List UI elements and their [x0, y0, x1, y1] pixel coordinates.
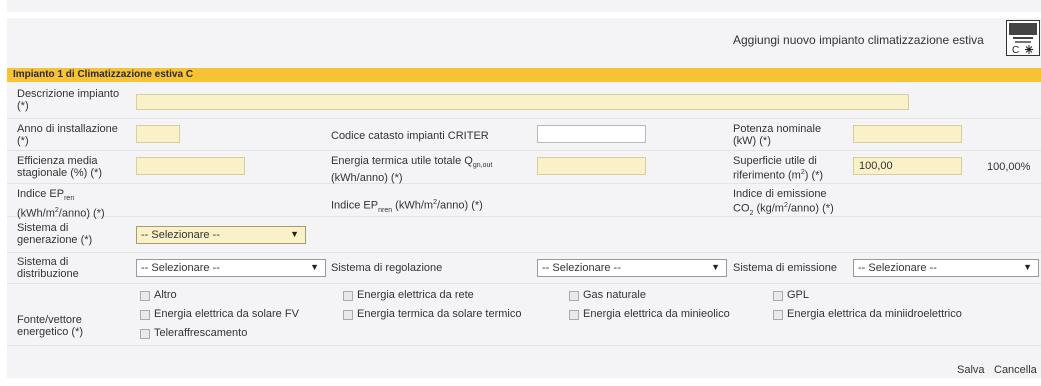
regolazione-select-value: -- Selezionare -- — [542, 262, 621, 274]
emissione-label: Sistema di emissione — [733, 262, 837, 274]
row-divider — [7, 118, 1041, 119]
generazione-select-value: -- Selezionare -- — [141, 229, 220, 241]
regolazione-label: Sistema di regolazione — [331, 262, 443, 274]
fonte-checkbox-gpl[interactable] — [773, 291, 783, 301]
superficie-input[interactable] — [853, 157, 962, 175]
add-new-system-link[interactable]: Aggiungi nuovo impianto climatizzazione … — [733, 33, 984, 47]
fonte-option-label: Energia elettrica da rete — [357, 289, 474, 301]
row-divider — [7, 345, 1041, 346]
codice-label: Codice catasto impianti CRITER — [331, 130, 489, 142]
fonte-option-label: Energia termica da solare termico — [357, 308, 522, 320]
row-divider — [7, 150, 1041, 151]
anno-input[interactable] — [136, 125, 180, 143]
fonte-option-label: Energia elettrica da solare FV — [154, 308, 299, 320]
regolazione-select[interactable]: -- Selezionare -- ▼ — [537, 259, 727, 277]
fonte-checkbox-minieolico[interactable] — [569, 310, 579, 320]
fonte-checkbox-teleraffrescamento[interactable] — [140, 329, 150, 339]
efficienza-label: Efficienza media stagionale (%) (*) — [17, 155, 102, 179]
cancel-button[interactable]: Cancella — [994, 364, 1037, 376]
descrizione-label: Descrizione impianto (*) — [17, 88, 120, 112]
distribuzione-label: Sistema di distribuzione — [17, 256, 79, 280]
potenza-input[interactable] — [853, 125, 962, 143]
ep-nren-label: Indice EPnren (kWh/m2/anno) (*) — [331, 199, 483, 214]
fonte-checkbox-altro[interactable] — [140, 291, 150, 301]
chevron-down-icon: ▼ — [1023, 262, 1032, 272]
save-button[interactable]: Salva — [957, 364, 985, 376]
fonte-label: Fonte/vettore energetico (*) — [17, 314, 84, 338]
generazione-label: Sistema di generazione (*) — [17, 222, 93, 246]
efficienza-input[interactable] — [136, 157, 245, 175]
potenza-label: Potenza nominale (kW) (*) — [733, 123, 822, 147]
section-header: Impianto 1 di Climatizzazione estiva C — [7, 68, 1041, 82]
chevron-down-icon: ▼ — [290, 229, 299, 239]
distribuzione-select[interactable]: -- Selezionare -- ▼ — [136, 259, 326, 277]
fonte-option-label: Gas naturale — [583, 289, 646, 301]
emissione-select[interactable]: -- Selezionare -- ▼ — [853, 259, 1039, 277]
fonte-option-label: Energia elettrica da minieolico — [583, 308, 730, 320]
distribuzione-select-value: -- Selezionare -- — [141, 262, 220, 274]
fonte-option-label: Altro — [154, 289, 177, 301]
chevron-down-icon: ▼ — [310, 262, 319, 272]
top-strip — [7, 0, 1041, 12]
emissione-select-value: -- Selezionare -- — [858, 262, 937, 274]
air-conditioning-add-icon[interactable]: C — [1006, 20, 1040, 56]
fonte-checkbox-solare-fv[interactable] — [140, 310, 150, 320]
fonte-option-label: Teleraffrescamento — [154, 327, 248, 339]
ep-ren-label: Indice EPren (kWh/m2/anno) (*) — [17, 188, 105, 220]
chevron-down-icon: ▼ — [711, 262, 720, 272]
descrizione-input[interactable] — [136, 94, 909, 110]
anno-label: Anno di installazione (*) — [17, 123, 118, 147]
row-divider — [7, 283, 1041, 284]
fonte-checkbox-energia-rete[interactable] — [343, 291, 353, 301]
fonte-option-label: GPL — [787, 289, 810, 301]
section-title: Impianto 1 di Climatizzazione estiva C — [13, 69, 194, 80]
fonte-checkbox-miniidroelettrico[interactable] — [773, 310, 783, 320]
co2-label: Indice di emissione CO2 (kg/m2/anno) (*) — [733, 188, 834, 217]
icon-letter: C — [1012, 45, 1019, 55]
energia-termica-label: Energia termica utile totale Qgn,out (kWh… — [331, 155, 493, 185]
codice-input[interactable] — [537, 125, 646, 143]
superficie-percent: 100,00% — [987, 161, 1031, 173]
fonte-checkbox-solare-termico[interactable] — [343, 310, 353, 320]
row-divider — [7, 216, 1041, 217]
fonte-checkbox-gas-naturale[interactable] — [569, 291, 579, 301]
energia-termica-input[interactable] — [537, 157, 646, 175]
row-divider — [7, 252, 1041, 253]
fonte-option-label: Energia elettrica da miniidroelettrico — [787, 308, 962, 320]
generazione-select[interactable]: -- Selezionare -- ▼ — [136, 226, 306, 244]
superficie-label: Superficie utile di riferimento (m2) (*) — [733, 155, 824, 182]
